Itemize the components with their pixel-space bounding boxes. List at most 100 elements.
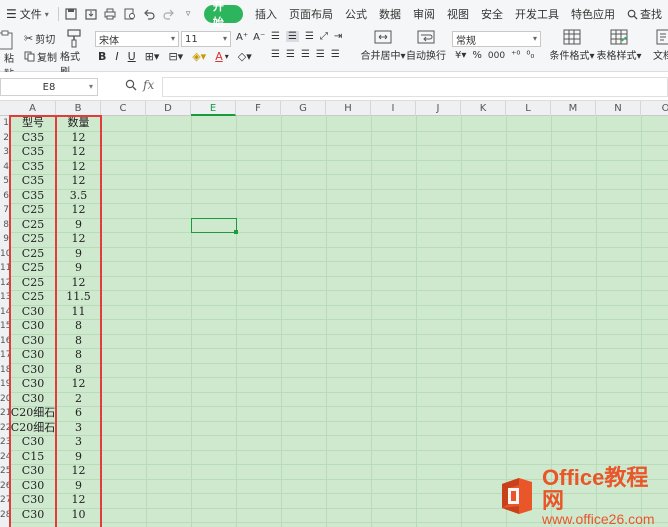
wrap-text-button[interactable]: 自动换行: [406, 29, 446, 62]
column-header-o[interactable]: O: [641, 101, 668, 116]
column-header-m[interactable]: M: [551, 101, 596, 116]
increase-decimal-icon[interactable]: ⁺⁰: [511, 50, 520, 61]
font-name-select[interactable]: 宋体 ▾: [95, 31, 179, 47]
table-style-button[interactable]: 表格样式▾: [596, 29, 642, 62]
chevron-down-icon: ▾: [44, 9, 49, 19]
undo-icon[interactable]: [142, 6, 157, 22]
tab-label: 数据: [379, 8, 402, 21]
gridline: [371, 116, 372, 527]
underline-button[interactable]: U: [128, 50, 136, 63]
worksheet[interactable]: ABCDEFGHIJKLMNO 123456789101112131415161…: [0, 101, 668, 527]
column-header-n[interactable]: N: [596, 101, 641, 116]
tab-label: 公式: [345, 8, 368, 21]
tab-formulas[interactable]: 公式: [339, 0, 373, 28]
tab-review[interactable]: 审阅: [407, 0, 441, 28]
fill-handle[interactable]: [234, 230, 238, 234]
tab-home[interactable]: 开始: [203, 0, 244, 29]
align-top-icon[interactable]: ☰: [271, 31, 280, 42]
font-color-icon[interactable]: A: [215, 50, 223, 63]
tab-page-layout[interactable]: 页面布局: [283, 0, 339, 28]
align-center-icon[interactable]: ☰: [286, 49, 295, 60]
save-icon[interactable]: [64, 6, 79, 22]
number-format-group: ¥▾ % 000 ⁺⁰ ⁰₀: [455, 50, 534, 61]
format-painter-button[interactable]: 格式刷: [60, 28, 88, 78]
chevron-down-icon: ▾: [222, 34, 227, 43]
align-left-icon[interactable]: ☰: [271, 49, 280, 60]
column-header-b[interactable]: B: [56, 101, 101, 116]
alignment-top-group: ☰ ☰ ☰ ⤢ ⇥: [271, 31, 342, 42]
bold-button[interactable]: B: [98, 50, 106, 63]
currency-icon[interactable]: ¥▾: [455, 50, 466, 61]
tab-label: 安全: [481, 8, 504, 21]
number-format-select[interactable]: 常规 ▾: [452, 31, 541, 47]
name-box[interactable]: E8 ▾: [0, 78, 98, 96]
clear-format-icon[interactable]: ◇▾: [238, 50, 252, 63]
fx-button[interactable]: fx: [143, 78, 154, 92]
wrap-text-label: 自动换行: [406, 51, 446, 62]
print-preview-icon[interactable]: [122, 6, 137, 22]
column-header-d[interactable]: D: [146, 101, 191, 116]
merge-center-button[interactable]: 合并居中▾: [360, 29, 406, 62]
column-header-k[interactable]: K: [461, 101, 506, 116]
tab-developer[interactable]: 开发工具: [509, 0, 565, 28]
column-header-j[interactable]: J: [416, 101, 461, 116]
column-header-g[interactable]: G: [281, 101, 326, 116]
align-bottom-icon[interactable]: ☰: [305, 31, 314, 42]
customize-icon[interactable]: ▿: [180, 6, 195, 22]
tab-data[interactable]: 数据: [373, 0, 407, 28]
conditional-format-button[interactable]: 条件格式▾: [549, 29, 595, 62]
redo-icon[interactable]: [161, 6, 176, 22]
gridline: [416, 116, 417, 527]
font-name-value: 宋体: [99, 35, 119, 47]
search-button[interactable]: 查找: [621, 0, 668, 28]
orientation-icon[interactable]: ⤢: [320, 31, 328, 42]
column-header-l[interactable]: L: [506, 101, 551, 116]
alignment-bottom-group: ☰ ☰ ☰ ☰ ☰: [271, 49, 340, 60]
menu-bar: ☰ 文件 ▾ ▿ 开始 插入 页面布局 公式 数据 审阅 视图 安全 开发工具 …: [0, 0, 668, 29]
tab-security[interactable]: 安全: [475, 0, 509, 28]
decrease-decimal-icon[interactable]: ⁰₀: [526, 50, 534, 61]
column-header-h[interactable]: H: [326, 101, 371, 116]
file-menu[interactable]: ☰ 文件 ▾: [0, 0, 55, 28]
merge-cells-icon[interactable]: ⊟▾: [168, 50, 183, 63]
indent-icon[interactable]: ⇥: [334, 31, 342, 42]
column-header-e[interactable]: E: [191, 101, 236, 116]
wrap-text-icon: [417, 30, 435, 44]
print-icon[interactable]: [103, 6, 118, 22]
chevron-down-icon[interactable]: ▾: [225, 52, 229, 61]
column-header-a[interactable]: A: [10, 101, 56, 116]
gridline: [191, 116, 192, 527]
column-header-f[interactable]: F: [236, 101, 281, 116]
tab-insert[interactable]: 插入: [249, 0, 283, 28]
align-middle-icon[interactable]: ☰: [285, 31, 299, 42]
column-header-c[interactable]: C: [101, 101, 146, 116]
justify-icon[interactable]: ☰: [316, 49, 325, 60]
export-icon[interactable]: [83, 6, 98, 22]
fill-color-icon[interactable]: ◈▾: [192, 50, 206, 63]
align-right-icon[interactable]: ☰: [301, 49, 310, 60]
tab-view[interactable]: 视图: [441, 0, 475, 28]
percent-button[interactable]: %: [472, 50, 482, 61]
tab-special[interactable]: 特色应用: [565, 0, 621, 28]
highlight-box: [9, 115, 57, 527]
increase-font-icon[interactable]: A⁺: [236, 32, 248, 43]
doc-helper-button[interactable]: 文档: [648, 29, 668, 62]
divider: [57, 7, 59, 21]
distribute-icon[interactable]: ☰: [331, 49, 340, 60]
tab-label: 特色应用: [571, 8, 616, 21]
watermark: Office教程网 www.office26.com: [497, 466, 668, 527]
cut-button[interactable]: ✂ 剪切: [24, 31, 55, 46]
italic-button[interactable]: I: [115, 50, 118, 63]
gridline: [326, 116, 327, 527]
column-header-i[interactable]: I: [371, 101, 416, 116]
border-icon[interactable]: ⊞▾: [145, 50, 160, 63]
merge-center-label: 合并居中: [360, 51, 401, 62]
formula-input[interactable]: [162, 77, 668, 97]
font-size-select[interactable]: 11 ▾: [181, 31, 231, 47]
copy-button[interactable]: 复制: [24, 49, 57, 64]
decrease-font-icon[interactable]: A⁻: [253, 32, 265, 43]
thousand-separator-button[interactable]: 000: [488, 51, 505, 61]
selected-cell[interactable]: [191, 217, 237, 233]
gridline: [10, 333, 668, 335]
zoom-formula-icon[interactable]: [125, 79, 137, 91]
